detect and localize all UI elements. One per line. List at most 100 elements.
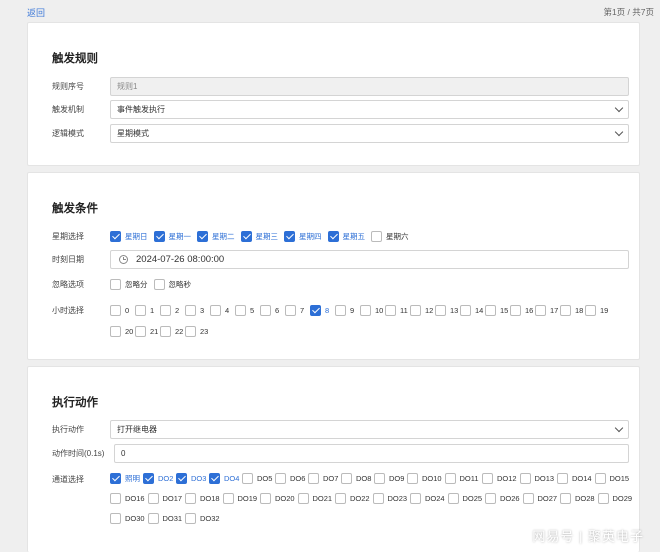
channel-checkbox[interactable]: DO20 — [260, 491, 298, 505]
checkbox-icon — [510, 304, 521, 316]
channel-checkbox[interactable]: DO17 — [147, 491, 186, 505]
hour-checkbox[interactable]: 12 — [410, 303, 435, 317]
channel-checkbox[interactable]: DO6 — [275, 471, 308, 485]
hour-checkbox[interactable]: 13 — [435, 303, 460, 317]
channel-checkbox[interactable]: DO21 — [297, 491, 336, 505]
channel-checkbox[interactable]: DO11 — [444, 471, 483, 485]
hour-checkbox[interactable]: 10 — [360, 303, 385, 317]
channel-checkbox-label: DO17 — [162, 493, 183, 503]
weekday-checkbox-label: 星期三 — [255, 231, 279, 241]
hour-checkbox[interactable]: 0 — [110, 303, 135, 317]
datetime-picker[interactable]: 2024-07-26 08:00:00 — [110, 249, 629, 269]
watermark: 网易号 | 聚英电子 — [532, 529, 644, 544]
rule-id-label: 规则序号 — [52, 81, 84, 91]
weekday-checkbox[interactable]: 星期一 — [153, 229, 191, 243]
channel-checkbox[interactable]: DO13 — [519, 471, 558, 485]
weekday-checkbox[interactable]: 星期五 — [327, 229, 365, 243]
hour-checkbox[interactable]: 21 — [135, 324, 160, 338]
channel-checkbox[interactable]: DO2 — [143, 471, 176, 485]
channel-checkbox[interactable]: 照明 — [110, 471, 143, 485]
checkbox-icon — [335, 492, 346, 504]
hour-checkbox-label: 22 — [175, 326, 184, 336]
weekday-checkbox[interactable]: 星期日 — [110, 229, 148, 243]
channel-checkbox-label: DO23 — [387, 493, 408, 503]
action-time-input[interactable]: 0 — [114, 443, 629, 463]
hour-checkbox[interactable]: 19 — [585, 303, 610, 317]
datetime-row: 时刻日期 2024-07-26 08:00:00 — [52, 249, 629, 269]
checkbox-icon — [147, 492, 159, 504]
hour-checkbox[interactable]: 15 — [485, 303, 510, 317]
channel-checkbox[interactable]: DO30 — [110, 511, 148, 525]
hour-checkbox[interactable]: 5 — [235, 303, 260, 317]
channel-checkbox[interactable]: DO15 — [594, 471, 633, 485]
hour-checkbox[interactable]: 4 — [210, 303, 235, 317]
channel-checkbox[interactable]: DO4 — [209, 471, 242, 485]
section-title-trigger-rules: 触发规则 — [52, 53, 98, 65]
hour-checkbox[interactable]: 9 — [335, 303, 360, 317]
channel-checkbox[interactable]: DO9 — [374, 471, 407, 485]
weekday-checkbox[interactable]: 星期六 — [371, 229, 409, 243]
trigger-conditions-card: 触发条件 星期选择 星期日 星期一 星期二 星期三 星期四 星期五 星期六 时刻日期 202… — [27, 172, 640, 360]
checkbox-icon — [160, 304, 171, 316]
channel-checkbox[interactable]: DO5 — [242, 471, 275, 485]
ignore-option-checkbox[interactable]: 忽略秒 — [153, 277, 192, 291]
hour-checkbox[interactable]: 23 — [185, 324, 210, 338]
hour-checkbox[interactable]: 7 — [285, 303, 310, 317]
channel-checkbox[interactable]: DO29 — [597, 491, 636, 505]
weekday-checkbox-label: 星期六 — [386, 231, 409, 241]
checkbox-icon — [444, 472, 456, 484]
hour-checkbox[interactable]: 17 — [535, 303, 560, 317]
ignore-option-checkbox-label: 忽略秒 — [168, 279, 192, 289]
hour-checkbox[interactable]: 2 — [160, 303, 185, 317]
channel-checkbox[interactable]: DO18 — [185, 491, 223, 505]
channel-checkbox[interactable]: DO26 — [485, 491, 523, 505]
section-title-trigger-conditions: 触发条件 — [52, 203, 98, 215]
hour-checkbox[interactable]: 6 — [260, 303, 285, 317]
hour-checkbox[interactable]: 11 — [385, 303, 410, 317]
hour-checkbox-label: 9 — [350, 305, 355, 315]
channel-checkbox[interactable]: DO7 — [308, 471, 341, 485]
channel-checkbox[interactable]: DO16 — [110, 491, 148, 505]
hour-checkbox-label: 4 — [225, 305, 230, 315]
channel-checkbox[interactable]: DO19 — [222, 491, 261, 505]
hour-checkbox[interactable]: 1 — [135, 303, 160, 317]
channel-checkbox[interactable]: DO22 — [335, 491, 373, 505]
hour-checkbox-label: 19 — [600, 305, 609, 315]
logic-mode-select[interactable]: 星期模式 — [110, 123, 629, 143]
checkbox-icon — [597, 492, 609, 504]
weekday-checkbox[interactable]: 星期四 — [284, 229, 322, 243]
channel-checkbox[interactable]: DO32 — [185, 511, 223, 525]
hour-checkbox[interactable]: 20 — [110, 324, 135, 338]
channel-checkbox[interactable]: DO28 — [560, 491, 598, 505]
hour-checkbox[interactable]: 3 — [185, 303, 210, 317]
channel-checkbox[interactable]: DO8 — [341, 471, 374, 485]
trigger-mechanism-select[interactable]: 事件触发执行 — [110, 99, 629, 119]
channel-checkbox[interactable]: DO25 — [447, 491, 486, 505]
hour-checkbox[interactable]: 18 — [560, 303, 585, 317]
channel-checkbox-label: DO6 — [290, 473, 306, 483]
checkmark-icon — [240, 230, 252, 242]
rule-id-row: 规则序号 规则1 — [52, 76, 629, 96]
action-select[interactable]: 打开继电器 — [110, 419, 629, 439]
channel-checkbox[interactable]: DO10 — [407, 471, 445, 485]
weekday-checkbox[interactable]: 星期三 — [240, 229, 279, 243]
ignore-option-checkbox[interactable]: 忽略分 — [110, 277, 148, 291]
weekday-checkbox[interactable]: 星期二 — [197, 229, 235, 243]
channel-checkbox[interactable]: DO31 — [147, 511, 186, 525]
channel-checkbox[interactable]: DO3 — [176, 471, 209, 485]
channel-checkbox-label: 照明 — [125, 473, 140, 483]
channel-checkbox[interactable]: DO23 — [372, 491, 411, 505]
back-link[interactable]: 返回 — [27, 6, 45, 19]
hour-checkbox[interactable]: 16 — [510, 303, 535, 317]
checkbox-icon — [360, 304, 371, 316]
channel-checkbox[interactable]: DO14 — [557, 471, 595, 485]
hour-checkbox[interactable]: 8 — [310, 303, 335, 317]
hour-checkbox[interactable]: 22 — [160, 324, 185, 338]
channel-checkbox-label: DO12 — [497, 473, 517, 483]
hour-checkbox[interactable]: 14 — [460, 303, 485, 317]
checkbox-icon — [535, 304, 546, 316]
channel-checkbox[interactable]: DO12 — [482, 471, 520, 485]
channel-checkbox[interactable]: DO27 — [522, 491, 561, 505]
checkmark-icon — [110, 230, 121, 242]
channel-checkbox[interactable]: DO24 — [410, 491, 448, 505]
